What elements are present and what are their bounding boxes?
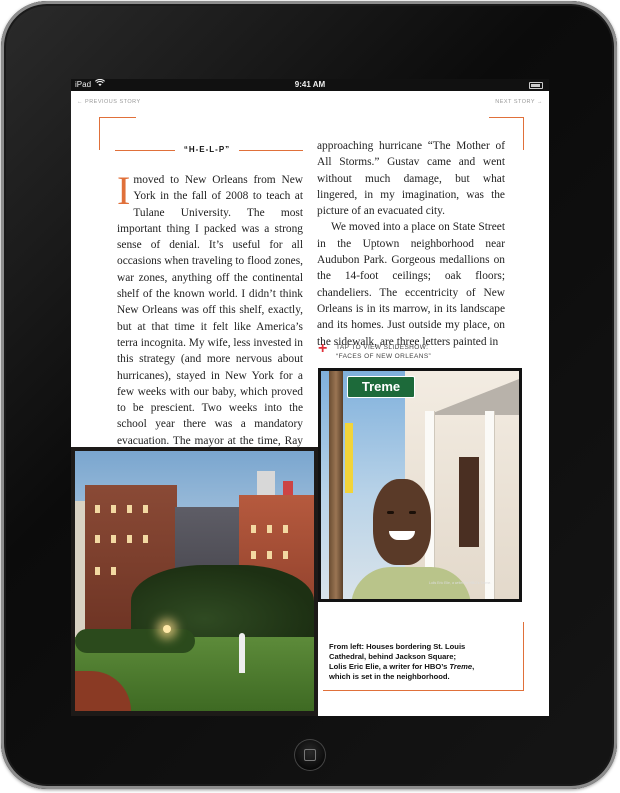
screen: iPad 9:41 AM ← PREVIOUS STORY NEXT STORY… — [71, 79, 549, 716]
next-story-link[interactable]: NEXT STORY → — [495, 99, 543, 105]
previous-story-link[interactable]: ← PREVIOUS STORY — [77, 99, 141, 105]
photo-window — [95, 505, 100, 513]
photo-face — [373, 479, 431, 565]
article-column-2: approaching hurricane “The Mother of All… — [317, 138, 505, 350]
photo-lolis-eric-elie[interactable]: Treme Lolis Eric Elie, a writer for HBO'… — [318, 368, 522, 602]
article-paragraph: approaching hurricane “The Mother of All… — [317, 140, 505, 218]
photo-image: Treme Lolis Eric Elie, a writer for HBO'… — [321, 371, 519, 599]
photo-window — [143, 535, 148, 543]
caption-show-title: Treme — [449, 662, 473, 671]
photo-door — [459, 457, 479, 547]
photo-window — [283, 551, 288, 559]
photo-french-quarter-houses[interactable] — [71, 447, 318, 716]
photo-eye — [387, 511, 394, 514]
photo-window — [283, 525, 288, 533]
photo-yellow-panel — [345, 423, 353, 493]
photo-window — [251, 551, 256, 559]
photo-window — [267, 551, 272, 559]
photo-caption: From left: Houses bordering St. Louis Ca… — [329, 642, 515, 682]
photo-window — [251, 525, 256, 533]
photo-window — [111, 535, 116, 543]
article-paragraph: We moved into a place on State Street in… — [317, 221, 505, 348]
photo-window — [111, 505, 116, 513]
caption-line: From left: Houses bordering St. Louis — [329, 642, 466, 651]
photo-window — [143, 505, 148, 513]
photo-window — [95, 567, 100, 575]
caption-rule — [323, 690, 447, 691]
section-label: “H-E-L-P” — [183, 145, 231, 154]
caption-text: , — [472, 662, 475, 671]
home-button-icon[interactable] — [294, 739, 326, 771]
photo-eye — [409, 511, 416, 514]
plus-icon: + — [318, 340, 328, 357]
section-rule-right — [239, 150, 303, 151]
photo-hedge — [75, 629, 195, 653]
photo-window — [95, 535, 100, 543]
section-rule-left — [115, 150, 175, 151]
photo-statue — [239, 633, 245, 673]
photo-pole — [329, 371, 343, 599]
photo-window — [127, 505, 132, 513]
street-sign: Treme — [347, 376, 415, 398]
caption-line: Lolis Eric Elie, a writer for HBO’s Trem… — [329, 662, 515, 672]
slideshow-label: TAP TO VIEW SLIDESHOW: “FACES OF NEW ORL… — [336, 343, 431, 361]
photo-window — [111, 567, 116, 575]
photo-lamp — [163, 625, 171, 633]
article-paragraph: moved to New Orleans from New York in th… — [117, 174, 303, 463]
photo-column — [485, 411, 494, 599]
battery-icon — [529, 82, 543, 89]
article-column-1: I moved to New Orleans from New York in … — [117, 168, 303, 465]
caption-text: Lolis Eric Elie, a writer for HBO’s — [329, 662, 450, 671]
decorative-corner-left — [99, 117, 136, 150]
status-bar: iPad 9:41 AM — [71, 79, 549, 91]
slideshow-label-line2: “FACES OF NEW ORLEANS” — [336, 353, 432, 360]
caption-line: which is set in the neighborhood. — [329, 672, 450, 681]
status-time: 9:41 AM — [294, 80, 326, 89]
photo-window — [267, 525, 272, 533]
photo-credit: Lolis Eric Elie, a writer for HBO's Trem… — [429, 581, 492, 585]
caption-line: Cathedral, behind Jackson Square; — [329, 652, 457, 661]
slideshow-label-line1: TAP TO VIEW SLIDESHOW: — [336, 344, 429, 351]
photo-window — [127, 535, 132, 543]
drop-cap: I — [117, 168, 131, 213]
